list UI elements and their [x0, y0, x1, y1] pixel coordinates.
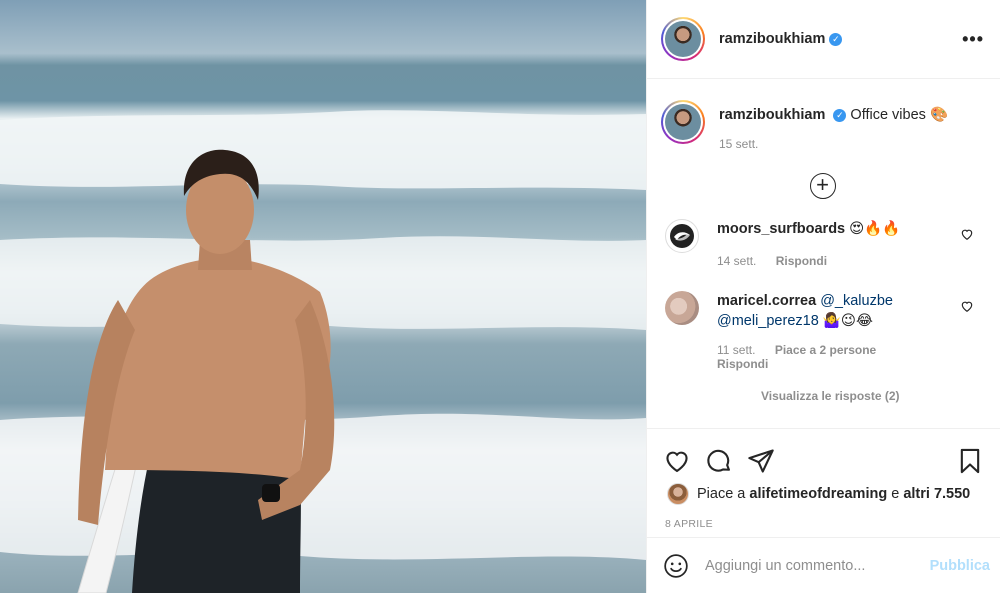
post-photo[interactable]: [0, 0, 646, 593]
comment-time[interactable]: 14 sett.: [717, 254, 756, 268]
liker-username[interactable]: alifetimeofdreaming: [749, 486, 887, 502]
post-footer: Piace a alifetimeofdreaming e altri 7.55…: [647, 428, 1000, 593]
mention-link[interactable]: @_kaluzbe: [820, 293, 893, 309]
liker-avatar[interactable]: [667, 483, 689, 505]
caption-time[interactable]: 15 sett.: [719, 137, 948, 151]
load-more-comments[interactable]: +: [661, 173, 984, 199]
comment-text: 🤷‍♀️😉😂: [822, 313, 873, 329]
comment-icon[interactable]: [705, 447, 733, 475]
bookmark-icon[interactable]: [956, 447, 984, 475]
action-bar: [647, 429, 1000, 481]
comment-likes[interactable]: Piace a 2 persone: [775, 343, 876, 357]
author-avatar[interactable]: [661, 17, 705, 61]
add-circle-icon[interactable]: +: [809, 173, 836, 199]
heart-icon[interactable]: [960, 227, 974, 241]
likes-summary: Piace a alifetimeofdreaming e altri 7.55…: [647, 483, 1000, 505]
mention-link[interactable]: @meli_perez18: [717, 313, 819, 329]
heart-icon[interactable]: [663, 447, 691, 475]
moors-logo-icon: [670, 224, 694, 248]
more-options-icon[interactable]: •••: [962, 29, 984, 50]
post-side-panel: ramziboukhiam ✓ ••• ramziboukhiam ✓ Offi…: [646, 0, 1000, 593]
share-icon[interactable]: [747, 447, 775, 475]
verified-icon: ✓: [833, 109, 847, 122]
comment-input[interactable]: [705, 558, 915, 574]
reply-button[interactable]: Rispondi: [776, 254, 827, 268]
author-username[interactable]: ramziboukhiam: [719, 31, 825, 47]
comment-item: maricel.correa @_kaluzbe @meli_perez18 🤷…: [661, 291, 984, 371]
comment-username[interactable]: maricel.correa: [717, 293, 816, 309]
post-header: ramziboukhiam ✓ •••: [647, 0, 1000, 79]
heart-icon[interactable]: [960, 299, 974, 313]
comment-text: 😍🔥🔥: [849, 221, 901, 237]
emoji-icon[interactable]: [663, 553, 689, 579]
post-caption: ramziboukhiam ✓ Office vibes 🎨 15 sett.: [661, 100, 984, 151]
view-replies-button[interactable]: Visualizza le risposte (2): [761, 389, 984, 403]
comment-composer: Pubblica: [647, 537, 1000, 593]
surfer-illustration: [0, 110, 646, 593]
publish-button[interactable]: Pubblica: [930, 558, 990, 574]
palette-emoji: 🎨: [929, 107, 949, 123]
caption-avatar[interactable]: [661, 100, 705, 144]
comment-avatar[interactable]: [665, 291, 699, 325]
comment-username[interactable]: moors_surfboards: [717, 221, 845, 237]
reply-button[interactable]: Rispondi: [717, 357, 768, 371]
likes-count[interactable]: altri 7.550: [903, 486, 970, 502]
caption-username[interactable]: ramziboukhiam: [719, 107, 825, 123]
comment-time[interactable]: 11 sett.: [717, 343, 755, 357]
caption-text: Office vibes: [850, 107, 926, 123]
comment-item: moors_surfboards 😍🔥🔥 14 sett. Rispondi: [661, 219, 984, 271]
comment-avatar[interactable]: [665, 219, 699, 253]
likes-middle: e: [891, 486, 900, 502]
post-date[interactable]: 8 APRILE: [647, 518, 1000, 530]
verified-icon: ✓: [829, 32, 843, 46]
likes-prefix: Piace a: [697, 486, 746, 502]
comments-section[interactable]: ramziboukhiam ✓ Office vibes 🎨 15 sett. …: [647, 80, 1000, 428]
